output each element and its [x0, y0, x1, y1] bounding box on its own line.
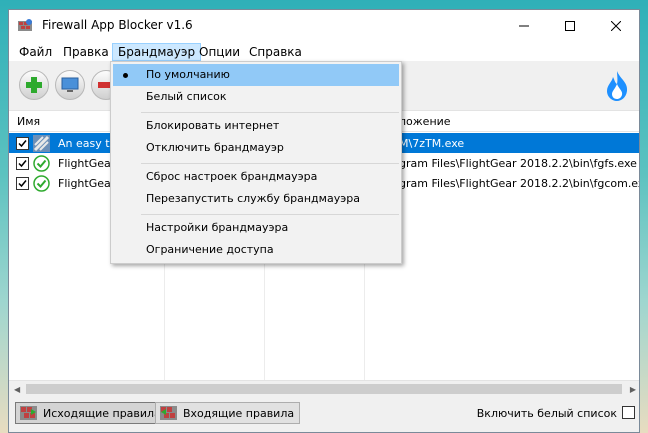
- outgoing-rules-button[interactable]: Исходящие правила: [15, 402, 167, 424]
- menu-item-block-internet[interactable]: Блокировать интернет: [113, 115, 399, 137]
- menu-help[interactable]: Справка: [244, 43, 307, 61]
- firewall-dropdown-menu: По умолчанию Белый список Блокировать ин…: [110, 61, 402, 264]
- window-title: Firewall App Blocker v1.6: [42, 18, 193, 32]
- outgoing-rules-icon: [20, 406, 37, 420]
- menu-item-default[interactable]: По умолчанию: [113, 64, 399, 86]
- title-bar[interactable]: Firewall App Blocker v1.6: [9, 10, 639, 41]
- checkmark-icon: [18, 140, 27, 148]
- menu-separator: [141, 163, 399, 164]
- menu-item-whitelist[interactable]: Белый список: [113, 86, 399, 108]
- whitelist-checkbox[interactable]: [622, 406, 635, 419]
- scroll-right-icon[interactable]: ▶: [630, 385, 636, 394]
- row-app-path: M\7zTM.exe: [399, 137, 465, 150]
- incoming-rules-button[interactable]: Входящие правила: [155, 402, 301, 424]
- row-checkbox[interactable]: [16, 137, 29, 150]
- menu-item-label: Белый список: [146, 90, 227, 103]
- radio-bullet-icon: [123, 73, 128, 78]
- menu-separator: [141, 214, 399, 215]
- menu-edit[interactable]: Правка: [58, 43, 114, 61]
- flame-logo-icon: [607, 71, 628, 101]
- scrollbar-thumb[interactable]: [26, 384, 622, 394]
- menu-options[interactable]: Опции: [194, 43, 245, 61]
- row-app-name: An easy to: [58, 137, 117, 150]
- menu-bar: Файл Правка Брандмауэр Опции Справка: [9, 41, 639, 61]
- bottom-bar: Исходящие правила Входящие правила Включ…: [9, 397, 639, 432]
- checkmark-icon: [18, 160, 27, 168]
- incoming-rules-label: Входящие правила: [183, 406, 295, 420]
- menu-item-label: По умолчанию: [146, 68, 230, 81]
- column-path-header[interactable]: ложение: [399, 115, 451, 128]
- menu-file[interactable]: Файл: [14, 43, 57, 61]
- incoming-rules-icon: [160, 406, 177, 420]
- row-app-path: gram Files\FlightGear 2018.2.2\bin\fgcom…: [399, 177, 640, 190]
- row-app-name: FlightGear: [58, 157, 116, 170]
- firewall-app-icon: [18, 19, 32, 31]
- row-app-path: gram Files\FlightGear 2018.2.2\bin\fgfs.…: [399, 157, 637, 170]
- scroll-left-icon[interactable]: ◀: [14, 385, 20, 394]
- row-checkbox[interactable]: [16, 157, 29, 170]
- minimize-icon: [519, 25, 529, 26]
- monitor-icon: [61, 77, 79, 92]
- menu-firewall[interactable]: Брандмауэр: [112, 43, 202, 61]
- allowed-check-icon: [33, 155, 50, 172]
- menu-item-label: Сброс настроек брандмауэра: [146, 170, 318, 183]
- menu-item-label: Отключить брандмауэр: [146, 141, 284, 154]
- menu-item-label: Ограничение доступа: [146, 243, 274, 256]
- whitelist-label: Включить белый список: [476, 407, 617, 420]
- menu-separator: [141, 112, 399, 113]
- minimize-button[interactable]: [501, 10, 547, 41]
- allowed-check-icon: [33, 175, 50, 192]
- menu-item-access-restriction[interactable]: Ограничение доступа: [113, 239, 399, 261]
- menu-item-disable-firewall[interactable]: Отключить брандмауэр: [113, 137, 399, 159]
- menu-item-label: Перезапустить службу брандмауэра: [146, 192, 360, 205]
- column-name-header[interactable]: Имя: [17, 115, 40, 128]
- menu-item-restart-service[interactable]: Перезапустить службу брандмауэра: [113, 188, 399, 210]
- horizontal-scrollbar[interactable]: ◀ ▶: [9, 380, 639, 397]
- maximize-icon: [565, 20, 575, 31]
- menu-item-label: Настройки брандмауэра: [146, 221, 289, 234]
- maximize-button[interactable]: [547, 10, 593, 41]
- row-app-name: FlightGear: [58, 177, 116, 190]
- menu-item-label: Блокировать интернет: [146, 119, 280, 132]
- add-folder-button[interactable]: [55, 70, 85, 100]
- menu-item-firewall-settings[interactable]: Настройки брандмауэра: [113, 217, 399, 239]
- row-checkbox[interactable]: [16, 177, 29, 190]
- menu-item-reset-firewall[interactable]: Сброс настроек брандмауэра: [113, 166, 399, 188]
- checkmark-icon: [18, 180, 27, 188]
- plus-icon: [26, 77, 42, 93]
- close-icon: [611, 20, 621, 31]
- blocked-app-icon: [33, 135, 50, 152]
- close-button[interactable]: [593, 10, 639, 41]
- add-app-button[interactable]: [19, 70, 49, 100]
- outgoing-rules-label: Исходящие правила: [43, 406, 161, 420]
